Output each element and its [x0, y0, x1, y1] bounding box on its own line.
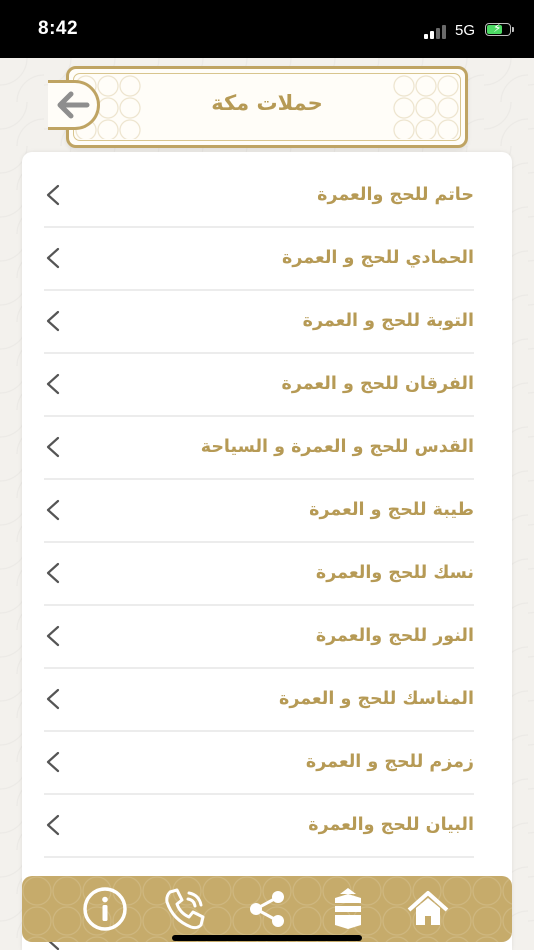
chevron-left-icon: [46, 247, 60, 269]
chevron-left-icon: [46, 184, 60, 206]
home-indicator: [172, 935, 362, 941]
phone-icon: [165, 888, 205, 930]
list-item[interactable]: القدس للحج و العمرة و السياحة: [44, 416, 474, 480]
list-item-label: النور للحج والعمرة: [315, 626, 474, 646]
chevron-left-icon: [46, 436, 60, 458]
list-item-label: طيبة للحج و العمرة: [309, 500, 474, 520]
kaaba-icon: [335, 888, 361, 929]
call-button[interactable]: [161, 885, 209, 933]
chevron-left-icon: [46, 625, 60, 647]
chevron-left-icon: [46, 562, 60, 584]
chevron-left-icon: [46, 310, 60, 332]
list-item-label: زمزم للحج و العمرة: [305, 752, 474, 772]
list-item-label: نسك للحج والعمرة: [315, 563, 474, 583]
list-item[interactable]: المناسك للحج و العمرة: [44, 668, 474, 732]
battery-icon: ⚡: [485, 21, 511, 36]
home-icon: [407, 891, 449, 925]
chevron-left-icon: [46, 373, 60, 395]
list-item[interactable]: النور للحج والعمرة: [44, 605, 474, 669]
network-type: 5G: [455, 22, 476, 39]
list-item-label: الفرقان للحج و العمرة: [281, 374, 474, 394]
back-button[interactable]: [48, 80, 100, 130]
list-item-label: التوبة للحج و العمرة: [302, 311, 474, 331]
info-button[interactable]: [81, 885, 129, 933]
header-banner: حملات مكة: [66, 66, 468, 148]
chevron-left-icon: [46, 499, 60, 521]
share-button[interactable]: [243, 885, 291, 933]
list-item-label: حاتم للحج والعمرة: [317, 185, 474, 205]
bottom-navigation: [22, 876, 512, 942]
list-item[interactable]: نسك للحج والعمرة: [44, 542, 474, 606]
share-icon: [250, 891, 284, 927]
list-item[interactable]: حاتم للحج والعمرة: [44, 164, 474, 228]
info-icon: [83, 887, 127, 931]
list-item-label: البيان للحج والعمرة: [308, 815, 474, 835]
arrow-left-icon: [57, 91, 89, 119]
chevron-left-icon: [46, 688, 60, 710]
list-item[interactable]: الفرقان للحج و العمرة: [44, 353, 474, 417]
status-time: 8:42: [38, 18, 79, 39]
list-item[interactable]: الحمادي للحج و العمرة: [44, 227, 474, 291]
chevron-left-icon: [46, 814, 60, 836]
list-item[interactable]: طيبة للحج و العمرة: [44, 479, 474, 543]
list-item[interactable]: التوبة للحج و العمرة: [44, 290, 474, 354]
home-button[interactable]: [404, 885, 452, 933]
cellular-signal-icon: [424, 25, 450, 39]
kaaba-button[interactable]: [324, 885, 372, 933]
status-bar: 8:42 5G ⚡: [0, 0, 534, 58]
hajj-campaign-list: حاتم للحج والعمرة الحمادي للحج و العمرة …: [22, 152, 512, 950]
chevron-left-icon: [46, 751, 60, 773]
page-title: حملات مكة: [211, 91, 323, 115]
list-item-label: الحمادي للحج و العمرة: [282, 248, 474, 268]
list-item-label: القدس للحج و العمرة و السياحة: [200, 437, 474, 457]
list-item[interactable]: زمزم للحج و العمرة: [44, 731, 474, 795]
list-item[interactable]: البيان للحج والعمرة: [44, 794, 474, 858]
list-item-label: المناسك للحج و العمرة: [278, 689, 474, 709]
